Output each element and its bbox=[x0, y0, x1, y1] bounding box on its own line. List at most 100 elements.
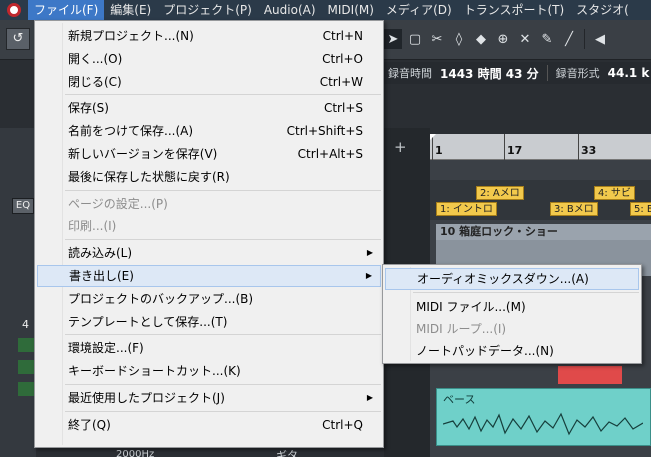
file-menu-item[interactable]: 開く...(O) Ctrl+O bbox=[37, 48, 381, 70]
recording-time-label: 録音時間 bbox=[388, 67, 432, 80]
mute-tool-icon[interactable]: ✕ bbox=[516, 29, 534, 49]
file-menu-item[interactable]: 環境設定...(F) bbox=[37, 337, 381, 359]
draw-tool-icon[interactable]: ✎ bbox=[538, 29, 556, 49]
menu-separator bbox=[413, 292, 639, 293]
menu-item-shortcut: Ctrl+S bbox=[323, 101, 363, 116]
cubase-logo-icon[interactable] bbox=[0, 0, 28, 20]
menu-bar: ファイル(F) 編集(E) プロジェクト(P) Audio(A) MIDI(M)… bbox=[0, 0, 651, 20]
menu-item-shortcut: Ctrl+N bbox=[322, 29, 363, 43]
ruler-bar-number: 17 bbox=[507, 144, 523, 157]
add-track-icon[interactable]: + bbox=[394, 138, 407, 156]
marker[interactable]: 2: Aメロ bbox=[476, 186, 524, 200]
marker[interactable]: 4: サビ bbox=[594, 186, 635, 200]
erase-tool-icon[interactable]: ◆ bbox=[472, 29, 490, 49]
menu-item-label: キーボードショートカット...(K) bbox=[68, 364, 241, 379]
bass-part-label: ベース bbox=[443, 393, 476, 406]
record-format-value: 44.1 k bbox=[607, 66, 650, 80]
menu-midi[interactable]: MIDI(M) bbox=[322, 0, 380, 20]
line-tool-icon[interactable]: ╱ bbox=[560, 29, 578, 49]
export-menu-item[interactable]: MIDI ファイル...(M) bbox=[385, 296, 639, 318]
track-name-label: ギタ bbox=[276, 449, 298, 457]
file-menu-item[interactable]: 閉じる(C) Ctrl+W bbox=[37, 71, 381, 93]
status-divider bbox=[546, 65, 548, 81]
menu-item-label: 終了(Q) bbox=[68, 417, 111, 432]
file-menu-item: ページの設定...(P) bbox=[37, 193, 381, 215]
menu-item-label: プロジェクトのバックアップ...(B) bbox=[68, 291, 254, 306]
marker[interactable]: 5: E bbox=[630, 202, 651, 216]
recording-time-value: 1443 時間 43 分 bbox=[440, 66, 539, 81]
status-line: 録音時間 1443 時間 43 分 録音形式 44.1 k bbox=[380, 62, 651, 84]
menu-item-label: 最後に保存した状態に戻す(R) bbox=[68, 169, 230, 184]
zoom-tool-icon[interactable]: ⊕ bbox=[494, 29, 512, 49]
menu-edit[interactable]: 編集(E) bbox=[104, 0, 157, 20]
menu-media[interactable]: メディア(D) bbox=[380, 0, 458, 20]
menu-item-label: 最近使用したプロジェクト(J) bbox=[68, 391, 225, 405]
file-menu-item[interactable]: 名前をつけて保存...(A) Ctrl+Shift+S bbox=[37, 120, 381, 142]
file-menu-item[interactable]: 書き出し(E) ▶ bbox=[37, 265, 381, 287]
glue-tool-icon[interactable]: ◊ bbox=[450, 29, 468, 49]
menu-project[interactable]: プロジェクト(P) bbox=[157, 0, 258, 20]
menu-transport[interactable]: トランスポート(T) bbox=[458, 0, 570, 20]
menu-item-label: テンプレートとして保存...(T) bbox=[68, 314, 228, 329]
file-menu-item[interactable]: 終了(Q) Ctrl+Q bbox=[37, 414, 381, 436]
red-event[interactable] bbox=[558, 366, 622, 384]
menu-separator bbox=[65, 94, 381, 96]
menu-audio[interactable]: Audio(A) bbox=[258, 0, 322, 20]
menu-item-label: MIDI ファイル...(M) bbox=[416, 300, 526, 314]
export-menu-item[interactable]: オーディオミックスダウン...(A) bbox=[385, 268, 639, 290]
marker[interactable]: 1: イントロ bbox=[436, 202, 497, 216]
menu-item-label: 環境設定...(F) bbox=[68, 341, 144, 356]
inspector-level-indicator bbox=[18, 382, 34, 396]
file-menu-dropdown: 新規プロジェクト...(N) Ctrl+N 開く...(O) Ctrl+O 閉じる(C)… bbox=[34, 20, 384, 448]
pointer-tool-icon[interactable]: ➤ bbox=[384, 29, 402, 49]
split-tool-icon[interactable]: ✂ bbox=[428, 29, 446, 49]
file-menu-item[interactable]: 最近使用したプロジェクト(J) ▶ bbox=[37, 387, 381, 409]
range-tool-icon[interactable]: ▢ bbox=[406, 29, 424, 49]
submenu-arrow-icon: ▶ bbox=[366, 393, 373, 402]
menu-item-shortcut: Ctrl+Q bbox=[322, 417, 363, 432]
menu-item-label: 閉じる(C) bbox=[68, 74, 122, 89]
ruler-bar-number: 33 bbox=[581, 144, 597, 157]
export-menu-item[interactable]: ノートパッドデータ...(N) bbox=[385, 340, 639, 362]
menu-separator bbox=[65, 384, 381, 385]
file-menu-item[interactable]: 読み込み(L) ▶ bbox=[37, 242, 381, 264]
menu-separator bbox=[65, 334, 381, 336]
menu-item-label: ページの設定...(P) bbox=[68, 196, 168, 211]
eq-frequency-readout: 2000Hz bbox=[116, 449, 155, 457]
project-cursor-icon[interactable] bbox=[430, 134, 436, 140]
menu-item-label: 名前をつけて保存...(A) bbox=[68, 124, 194, 139]
menu-separator bbox=[65, 239, 381, 241]
menu-item-label: 保存(S) bbox=[68, 101, 109, 116]
eq-button[interactable]: EQ bbox=[12, 198, 34, 214]
export-submenu: オーディオミックスダウン...(A) MIDI ファイル...(M) MIDI ルー… bbox=[382, 264, 642, 364]
file-menu-item[interactable]: 新規プロジェクト...(N) Ctrl+N bbox=[37, 25, 381, 47]
menu-studio[interactable]: スタジオ( bbox=[570, 0, 635, 20]
chord-track-part-label[interactable]: 10 箱庭ロック・ショー bbox=[436, 224, 651, 240]
menu-file[interactable]: ファイル(F) bbox=[28, 0, 105, 20]
timeline-ruler[interactable]: 1 17 33 bbox=[430, 134, 651, 160]
inspector-track-number: 4 bbox=[22, 318, 29, 331]
file-menu-item[interactable]: プロジェクトのバックアップ...(B) bbox=[37, 288, 381, 310]
menu-item-label: MIDI ループ...(I) bbox=[416, 322, 507, 336]
record-format-label: 録音形式 bbox=[555, 67, 600, 80]
ruler-bar-line bbox=[504, 134, 505, 160]
file-menu-item[interactable]: テンプレートとして保存...(T) bbox=[37, 311, 381, 333]
file-menu-item[interactable]: キーボードショートカット...(K) bbox=[37, 360, 381, 382]
inspector-level-indicator bbox=[18, 338, 34, 352]
file-menu-item[interactable]: 新しいバージョンを保存(V) Ctrl+Alt+S bbox=[37, 143, 381, 165]
inspector-panel: EQ 4 bbox=[0, 128, 36, 457]
undo-icon[interactable]: ↺ bbox=[6, 28, 30, 50]
menu-item-shortcut: Ctrl+O bbox=[322, 51, 363, 66]
file-menu-item[interactable]: 保存(S) Ctrl+S bbox=[37, 97, 381, 119]
submenu-arrow-icon: ▶ bbox=[365, 271, 372, 280]
file-menu-item[interactable]: 最後に保存した状態に戻す(R) bbox=[37, 166, 381, 188]
bass-audio-part[interactable]: ベース bbox=[436, 388, 651, 446]
menu-item-label: ノートパッドデータ...(N) bbox=[416, 344, 554, 358]
submenu-arrow-icon: ▶ bbox=[366, 248, 373, 258]
marker[interactable]: 3: Bメロ bbox=[550, 202, 598, 216]
menu-item-shortcut: Ctrl+Alt+S bbox=[297, 147, 363, 161]
menu-item-label: 読み込み(L) bbox=[68, 246, 133, 261]
speaker-icon[interactable]: ◀ bbox=[591, 29, 609, 49]
menu-item-label: 開く...(O) bbox=[68, 51, 123, 66]
bass-waveform bbox=[443, 412, 643, 436]
